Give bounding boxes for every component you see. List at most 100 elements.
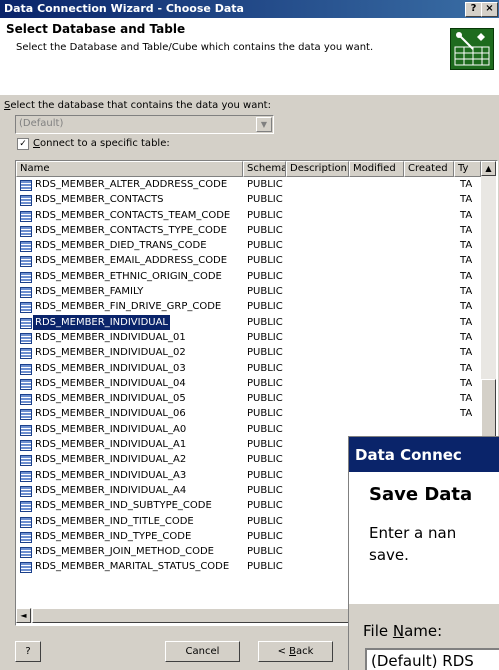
- table-icon: [20, 180, 32, 191]
- table-row[interactable]: RDS_MEMBER_INDIVIDUAL_03 PUBLIC TA: [16, 361, 481, 376]
- table-icon: [20, 241, 32, 253]
- table-icon: [20, 547, 32, 559]
- table-name: RDS_MEMBER_INDIVIDUAL_A0: [35, 423, 187, 435]
- table-icon: [20, 363, 32, 375]
- horizontal-scroll-thumb[interactable]: [32, 608, 352, 623]
- connect-table-checkbox[interactable]: ✓: [17, 138, 29, 150]
- table-row[interactable]: RDS_MEMBER_ALTER_ADDRESS_CODE PUBLIC TA: [16, 177, 481, 192]
- title-bar: Data Connection Wizard - Choose Data ? ×: [0, 0, 499, 18]
- table-name: RDS_MEMBER_INDIVIDUAL_02: [35, 347, 186, 359]
- table-row[interactable]: RDS_MEMBER_FAMILY PUBLIC TA: [16, 284, 481, 299]
- table-icon: [20, 271, 32, 283]
- column-header-created[interactable]: Created: [404, 161, 454, 177]
- table-schema: PUBLIC: [247, 484, 283, 496]
- page-title: Select Database and Table: [6, 22, 186, 36]
- table-row[interactable]: RDS_MEMBER_CONTACTS_TYPE_CODE PUBLIC TA: [16, 223, 481, 238]
- scroll-up-icon[interactable]: ▲: [481, 161, 496, 176]
- table-icon: [20, 317, 32, 329]
- table-type: TA: [460, 224, 473, 236]
- table-row[interactable]: RDS_MEMBER_CONTACTS_TEAM_CODE PUBLIC TA: [16, 208, 481, 223]
- column-header-name[interactable]: Name: [16, 161, 243, 177]
- table-row[interactable]: RDS_MEMBER_INDIVIDUAL PUBLIC TA: [16, 313, 481, 331]
- table-icon: [20, 225, 32, 237]
- table-icon: [20, 378, 32, 390]
- table-row[interactable]: RDS_MEMBER_INDIVIDUAL_04 PUBLIC TA: [16, 376, 481, 391]
- table-name: RDS_MEMBER_INDIVIDUAL_A4: [35, 484, 187, 496]
- table-type: TA: [460, 316, 473, 328]
- table-name: RDS_MEMBER_INDIVIDUAL: [32, 313, 171, 331]
- close-button[interactable]: ×: [481, 2, 498, 17]
- help-title-button[interactable]: ?: [465, 2, 482, 17]
- table-name: RDS_MEMBER_INDIVIDUAL_05: [35, 393, 186, 405]
- table-icon: [20, 501, 32, 513]
- table-icon: [20, 332, 32, 344]
- chevron-down-icon[interactable]: ▼: [256, 117, 272, 132]
- table-type: TA: [460, 408, 473, 420]
- column-header-modified[interactable]: Modified: [349, 161, 404, 177]
- table-type: TA: [460, 362, 473, 374]
- data-connection-wizard-window: Data Connection Wizard - Choose Data ? ×…: [0, 0, 499, 670]
- table-name: RDS_MEMBER_ALTER_ADDRESS_CODE: [35, 179, 228, 190]
- table-name: RDS_MEMBER_ETHNIC_ORIGIN_CODE: [35, 270, 222, 282]
- table-type: TA: [460, 179, 473, 190]
- database-value: (Default): [19, 118, 64, 129]
- database-combo[interactable]: (Default) ▼: [15, 115, 274, 134]
- table-type: TA: [460, 240, 473, 252]
- table-name: RDS_MEMBER_CONTACTS_TYPE_CODE: [35, 224, 227, 236]
- table-schema: PUBLIC: [247, 408, 283, 420]
- table-name: RDS_MEMBER_MARITAL_STATUS_CODE: [35, 561, 230, 573]
- table-row[interactable]: RDS_MEMBER_EMAIL_ADDRESS_CODE PUBLIC TA: [16, 253, 481, 268]
- table-name: RDS_MEMBER_JOIN_METHOD_CODE: [35, 546, 214, 558]
- file-name-input[interactable]: (Default) RDS: [365, 648, 499, 670]
- table-type: TA: [460, 377, 473, 389]
- table-schema: PUBLIC: [247, 331, 283, 343]
- table-row[interactable]: RDS_MEMBER_FIN_DRIVE_GRP_CODE PUBLIC TA: [16, 299, 481, 314]
- table-list-header: Name Schema Description Modified Created…: [16, 161, 481, 177]
- table-schema: PUBLIC: [247, 179, 283, 190]
- column-header-type[interactable]: Ty: [454, 161, 481, 177]
- table-name: RDS_MEMBER_INDIVIDUAL_03: [35, 362, 186, 374]
- table-row[interactable]: RDS_MEMBER_ETHNIC_ORIGIN_CODE PUBLIC TA: [16, 269, 481, 284]
- table-type: TA: [460, 331, 473, 343]
- table-name: RDS_MEMBER_EMAIL_ADDRESS_CODE: [35, 255, 228, 267]
- table-name: RDS_MEMBER_INDIVIDUAL_A3: [35, 469, 187, 481]
- table-schema: PUBLIC: [247, 362, 283, 374]
- cancel-button[interactable]: Cancel: [165, 641, 240, 662]
- table-row[interactable]: RDS_MEMBER_INDIVIDUAL_06 PUBLIC TA: [16, 406, 481, 421]
- table-schema: PUBLIC: [247, 454, 283, 466]
- table-schema: PUBLIC: [247, 515, 283, 527]
- table-schema: PUBLIC: [247, 286, 283, 298]
- column-header-schema[interactable]: Schema: [243, 161, 286, 177]
- table-row[interactable]: RDS_MEMBER_INDIVIDUAL_01 PUBLIC TA: [16, 330, 481, 345]
- table-icon: [20, 256, 32, 268]
- table-row[interactable]: RDS_MEMBER_INDIVIDUAL_02 PUBLIC TA: [16, 345, 481, 360]
- table-row[interactable]: RDS_MEMBER_CONTACTS PUBLIC TA: [16, 192, 481, 207]
- scroll-left-icon[interactable]: ◄: [16, 608, 31, 623]
- column-header-description[interactable]: Description: [286, 161, 349, 177]
- header-separator: [0, 94, 499, 95]
- back-button[interactable]: < Back: [258, 641, 333, 662]
- table-schema: PUBLIC: [247, 469, 283, 481]
- table-row[interactable]: RDS_MEMBER_INDIVIDUAL_A0 PUBLIC: [16, 422, 481, 437]
- table-type: TA: [460, 347, 473, 359]
- table-icon: [20, 409, 32, 421]
- table-schema: PUBLIC: [247, 561, 283, 573]
- table-row[interactable]: RDS_MEMBER_INDIVIDUAL_05 PUBLIC TA: [16, 391, 481, 406]
- table-row[interactable]: RDS_MEMBER_DIED_TRANS_CODE PUBLIC TA: [16, 238, 481, 253]
- save-dialog-title: Data Connec: [349, 437, 499, 472]
- table-icon: [20, 287, 32, 299]
- file-name-label: File Name:: [363, 622, 443, 640]
- table-name: RDS_MEMBER_INDIVIDUAL_A1: [35, 439, 187, 451]
- table-type: TA: [460, 194, 473, 206]
- table-schema: PUBLIC: [247, 377, 283, 389]
- help-button[interactable]: ?: [15, 641, 41, 662]
- table-schema: PUBLIC: [247, 224, 283, 236]
- table-schema: PUBLIC: [247, 316, 283, 328]
- page-subtitle: Select the Database and Table/Cube which…: [16, 42, 374, 53]
- table-icon: [20, 424, 32, 436]
- table-icon: [20, 485, 32, 497]
- wizard-header: Select Database and Table Select the Dat…: [0, 18, 499, 95]
- table-icon: [20, 440, 32, 452]
- table-schema: PUBLIC: [247, 500, 283, 512]
- table-name: RDS_MEMBER_IND_TITLE_CODE: [35, 515, 194, 527]
